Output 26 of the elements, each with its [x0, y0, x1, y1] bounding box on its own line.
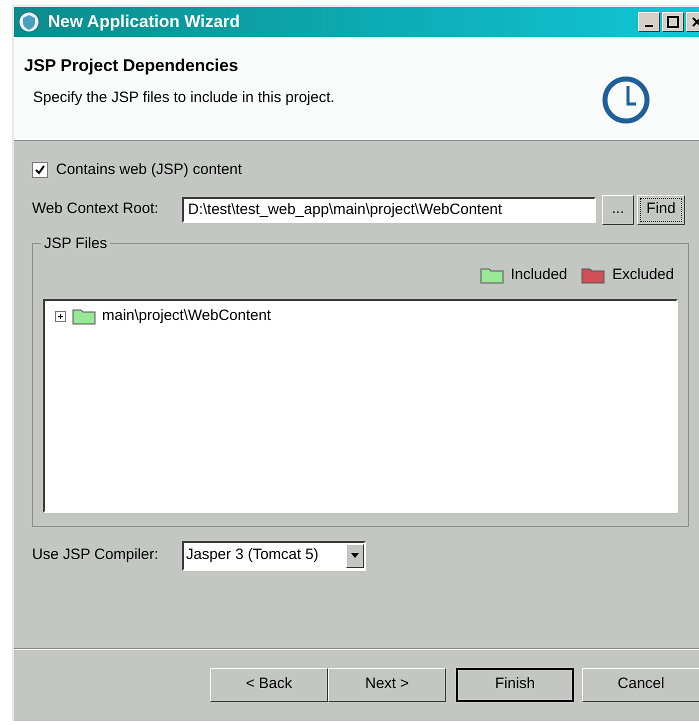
app-shield-icon — [18, 11, 40, 33]
maximize-button[interactable] — [662, 12, 684, 32]
minimize-button[interactable] — [638, 12, 660, 32]
wizard-button[interactable]: Next > — [328, 668, 446, 702]
maximize-icon — [667, 16, 679, 28]
tree-item[interactable]: main\project\WebContent — [102, 305, 271, 328]
compiler-dropdown[interactable]: Jasper 3 (Tomcat 5) — [182, 540, 366, 570]
field-label: Web Context Root: — [32, 199, 160, 220]
minimize-icon — [645, 25, 653, 27]
field-label: Use JSP Compiler: — [32, 545, 160, 566]
page-description: Specify the JSP files to include in this project. — [32, 88, 335, 108]
close-icon — [692, 17, 699, 27]
checkbox-label: Contains web (JSP) content — [56, 160, 242, 180]
wizard-button[interactable]: Cancel — [582, 668, 699, 702]
wizard-button[interactable]: Finish — [456, 668, 574, 702]
wizard-button[interactable]: < Back — [210, 668, 328, 702]
expand-icon[interactable] — [55, 310, 66, 322]
browse-button[interactable]: ... — [602, 194, 634, 224]
page-title: JSP Project Dependencies — [24, 55, 240, 77]
window-title: New Application Wizard — [48, 11, 240, 34]
checkbox[interactable] — [32, 162, 48, 178]
legend-label: Included — [510, 264, 568, 284]
clock-logo-icon — [600, 75, 652, 125]
input-field[interactable]: D:\test\test_web_app\main\project\WebContent — [182, 196, 596, 222]
legend-label: Excluded — [612, 264, 674, 284]
find-button[interactable]: Find — [637, 194, 685, 224]
